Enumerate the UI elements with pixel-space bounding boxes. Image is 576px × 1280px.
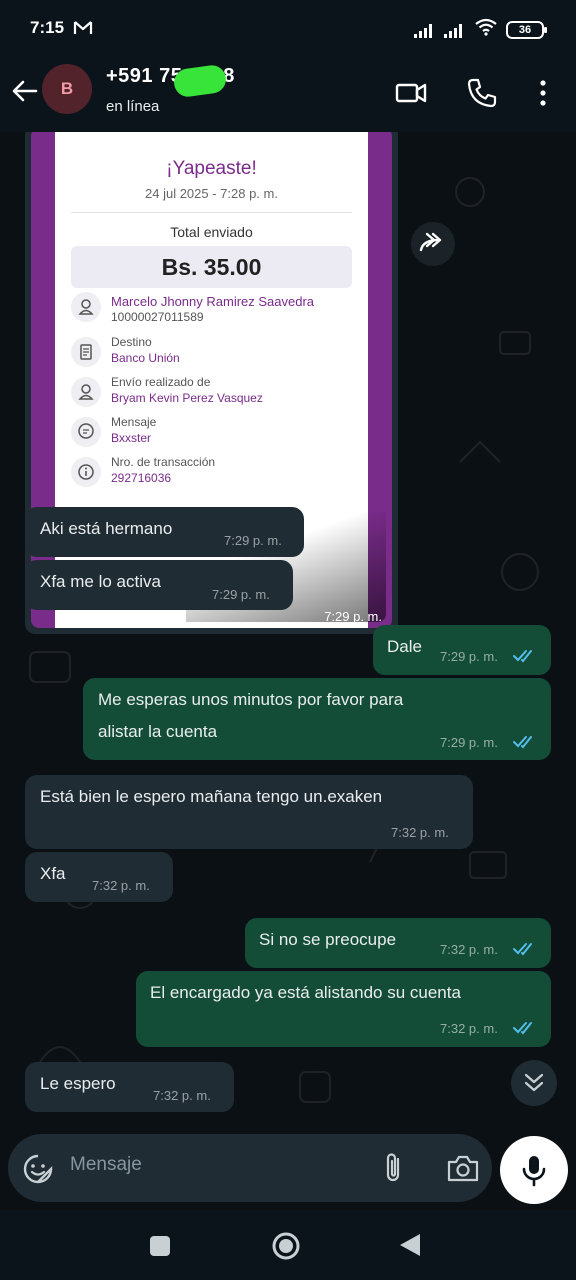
status-bar: 7:15 36 (0, 0, 576, 58)
message-time: 7:29 p. m. (324, 609, 382, 624)
message-time: 7:32 p. m. (92, 878, 150, 893)
incoming-message[interactable]: Está bien le espero mañana tengo un.exak… (25, 775, 473, 849)
message-time: 7:32 p. m. (391, 825, 449, 840)
person-icon (71, 377, 101, 407)
message-text: Dale (387, 637, 422, 656)
chat-bubble-icon (71, 417, 101, 447)
system-nav-bar (0, 1210, 576, 1280)
sticker-emoji-icon[interactable] (22, 1153, 54, 1190)
chat-area[interactable]: ¡Yapeaste! 24 jul 2025 - 7:28 p. m. Tota… (0, 132, 576, 1132)
forward-icon[interactable] (411, 222, 455, 266)
status-time: 7:15 (30, 18, 65, 37)
read-ticks-icon (513, 1022, 532, 1035)
home-icon[interactable] (270, 1230, 302, 1267)
receipt-recipient-row: Marcelo Jhonny Ramirez Saavedra 10000027… (71, 288, 352, 326)
back-arrow-icon[interactable] (10, 76, 40, 106)
message-time: 7:29 p. m. (440, 649, 498, 664)
incoming-message[interactable]: Xfa 7:32 p. m. (25, 852, 173, 902)
receipt-title: ¡Yapeaste! (166, 158, 257, 179)
receipt-transaction-row: Nro. de transacción 292716036 (71, 453, 352, 491)
nav-back-icon[interactable] (398, 1232, 422, 1263)
message-time: 7:29 p. m. (224, 533, 282, 548)
chat-header: B +591 75 0688 en línea (0, 58, 576, 132)
message-text: Xfa me lo activa (40, 572, 161, 591)
sender-label: Envío realizado de (111, 375, 211, 389)
image-message[interactable]: ¡Yapeaste! 24 jul 2025 - 7:28 p. m. Tota… (25, 132, 398, 634)
receipt-amount: Bs. 35.00 (71, 246, 352, 288)
avatar[interactable]: B (42, 64, 92, 114)
message-time: 7:29 p. m. (212, 587, 270, 602)
status-indicators: 36 (414, 18, 547, 41)
info-icon (71, 457, 101, 487)
more-vert-icon[interactable] (526, 76, 560, 110)
battery-indicator: 36 (506, 20, 547, 39)
mic-button[interactable] (500, 1136, 568, 1204)
video-call-icon[interactable] (394, 76, 428, 110)
incoming-message[interactable]: Aki está hermano 7:29 p. m. (25, 507, 304, 557)
outgoing-message[interactable]: Me esperas unos minutos por favor para a… (83, 678, 551, 760)
wifi-icon (474, 18, 498, 41)
signal-2-icon (444, 22, 466, 38)
transaction-value: 292716036 (111, 471, 172, 485)
read-ticks-icon (513, 736, 532, 749)
message-text: Está bien le espero mañana tengo un.exak… (40, 787, 383, 806)
message-time: 7:32 p. m. (440, 1021, 498, 1036)
transaction-label: Nro. de transacción (111, 455, 216, 469)
camera-icon[interactable] (446, 1153, 480, 1188)
recent-apps-icon[interactable] (148, 1234, 172, 1263)
sender-value: Bryam Kevin Perez Vasquez (111, 391, 263, 405)
read-ticks-icon (513, 650, 532, 663)
incoming-message[interactable]: Le espero 7:32 p. m. (25, 1062, 234, 1112)
receipt-sender-row: Envío realizado de Bryam Kevin Perez Vas… (71, 373, 352, 411)
outgoing-message[interactable]: Si no se preocupe 7:32 p. m. (245, 918, 551, 968)
message-label: Mensaje (111, 415, 157, 429)
message-time: 7:32 p. m. (153, 1088, 211, 1103)
microphone-icon (522, 1156, 546, 1187)
message-text: Si no se preocupe (259, 930, 397, 949)
contact-status: en línea (106, 98, 160, 115)
signal-1-icon (414, 22, 436, 38)
receipt-divider (71, 212, 352, 213)
outgoing-message[interactable]: El encargado ya está alistando su cuenta… (136, 971, 551, 1047)
recipient-number: 10000027011589 (111, 310, 204, 324)
phone-icon[interactable] (465, 76, 499, 110)
message-input-bar[interactable]: Mensaje (8, 1134, 492, 1202)
message-value: Bxxster (111, 431, 152, 445)
message-text: El encargado ya está alistando su cuenta (150, 983, 461, 1002)
receipt-message-row: Mensaje Bxxster (71, 413, 352, 451)
message-input[interactable]: Mensaje (70, 1154, 142, 1176)
incoming-message[interactable]: Xfa me lo activa 7:29 p. m. (25, 560, 293, 610)
message-text: Xfa (40, 864, 66, 883)
read-ticks-icon (513, 943, 532, 956)
attach-icon[interactable] (378, 1151, 410, 1190)
message-time: 7:32 p. m. (440, 942, 498, 957)
scroll-down-icon[interactable] (511, 1060, 557, 1106)
message-text: Le espero (40, 1074, 116, 1093)
message-text-line-2: alistar la cuenta (98, 722, 218, 741)
message-time: 7:29 p. m. (440, 735, 498, 750)
outgoing-message[interactable]: Dale 7:29 p. m. (373, 625, 551, 675)
recipient-name: Marcelo Jhonny Ramirez Saavedra (111, 294, 315, 309)
destino-label: Destino (111, 335, 152, 349)
receipt-date: 24 jul 2025 - 7:28 p. m. (145, 186, 278, 201)
receipt-destino-row: Destino Banco Unión (71, 333, 352, 371)
receipt-total-label: Total enviado (170, 224, 253, 240)
gmail-icon (73, 20, 93, 41)
person-icon (71, 292, 101, 322)
message-text-line-1: Me esperas unos minutos por favor para (98, 690, 404, 709)
destino-value: Banco Unión (111, 351, 180, 365)
message-text: Aki está hermano (40, 519, 173, 538)
bank-icon (71, 337, 101, 367)
